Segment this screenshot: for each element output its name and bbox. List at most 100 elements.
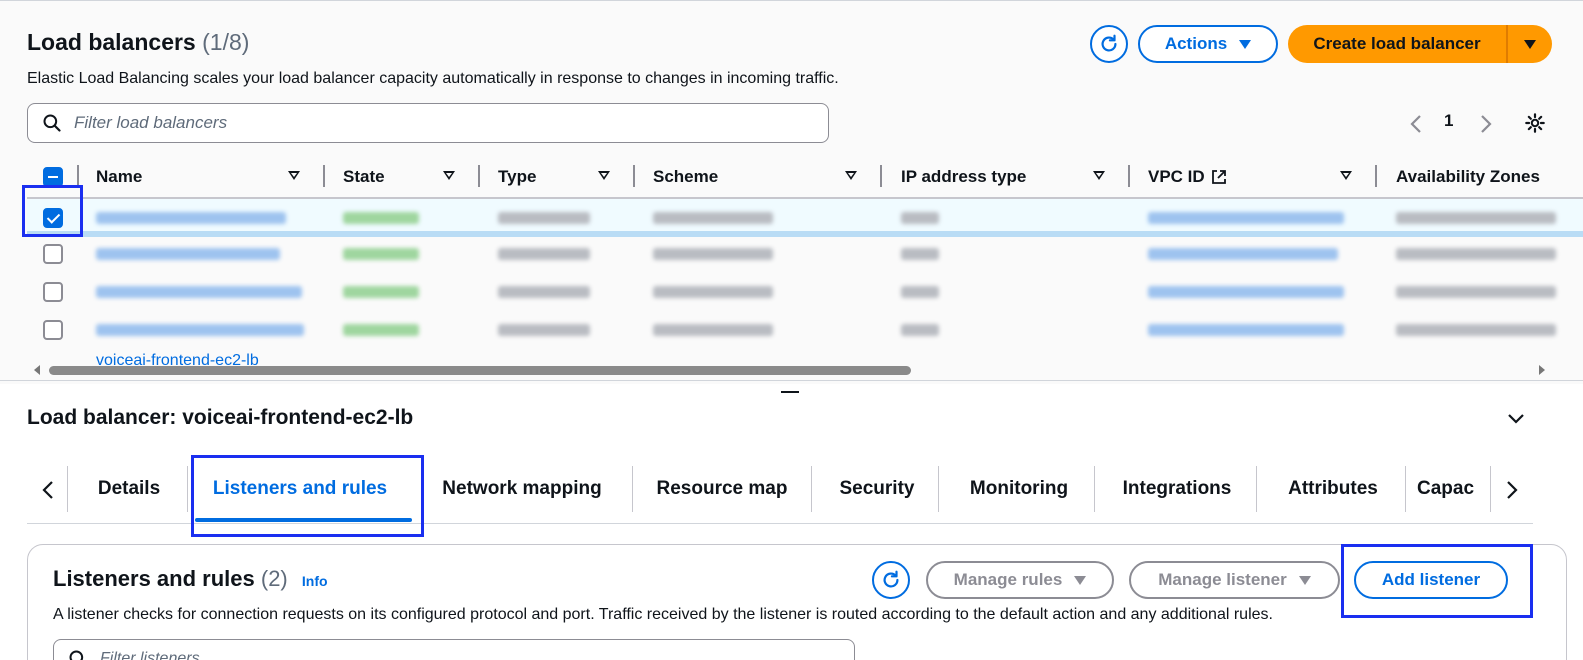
row-az-blurred xyxy=(1396,212,1556,224)
column-label: VPC ID xyxy=(1148,167,1205,186)
info-link[interactable]: Info xyxy=(302,573,328,589)
row-name-blurred[interactable] xyxy=(96,286,302,298)
column-label: Scheme xyxy=(653,167,719,186)
scroll-left-arrow-icon[interactable] xyxy=(34,365,40,375)
column-header-state[interactable]: State xyxy=(343,159,471,195)
tab-attributes[interactable]: Attributes xyxy=(1272,462,1394,516)
annotation-box-tab xyxy=(191,455,424,537)
create-load-balancer-main[interactable]: Create load balancer xyxy=(1288,25,1508,63)
column-divider[interactable] xyxy=(478,165,480,187)
sort-icon[interactable] xyxy=(1340,171,1352,180)
row-scheme-blurred xyxy=(653,324,773,336)
sort-icon[interactable] xyxy=(845,171,857,180)
row-name-blurred[interactable] xyxy=(96,248,280,260)
row-name-blurred[interactable] xyxy=(96,212,286,224)
row-name-blurred[interactable] xyxy=(96,324,304,336)
annotation-box-checkbox xyxy=(22,185,83,237)
row-checkbox[interactable] xyxy=(43,244,63,264)
tab-divider xyxy=(1256,466,1257,512)
column-divider[interactable] xyxy=(323,165,325,187)
listeners-refresh-button[interactable] xyxy=(872,561,910,599)
scroll-right-arrow-icon[interactable] xyxy=(1539,365,1545,375)
resize-handle[interactable] xyxy=(781,391,799,393)
page-number[interactable]: 1 xyxy=(1444,111,1453,131)
chevron-right-icon[interactable] xyxy=(1505,480,1519,500)
row-vpc-blurred[interactable] xyxy=(1148,324,1344,336)
scrollbar-thumb[interactable] xyxy=(49,366,911,375)
row-vpc-blurred[interactable] xyxy=(1148,286,1344,298)
load-balancer-detail-title: Load balancer: voiceai-frontend-ec2-lb xyxy=(27,406,414,429)
chevron-right-icon[interactable] xyxy=(1479,114,1493,134)
row-az-blurred xyxy=(1396,248,1556,260)
page-title: Load balancers (1/8) xyxy=(27,29,249,56)
table-row[interactable] xyxy=(27,273,1583,311)
chevron-down-icon[interactable] xyxy=(1507,409,1525,427)
column-label: State xyxy=(343,167,385,186)
create-load-balancer-label: Create load balancer xyxy=(1313,34,1481,53)
column-divider[interactable] xyxy=(1375,165,1377,187)
row-type-blurred xyxy=(498,324,590,336)
manage-listener-button[interactable]: Manage listener xyxy=(1129,561,1340,599)
row-scheme-blurred xyxy=(653,286,773,298)
filter-load-balancers-input[interactable] xyxy=(74,113,774,133)
tab-network-mapping[interactable]: Network mapping xyxy=(432,462,612,516)
table-row[interactable] xyxy=(27,199,1583,237)
column-divider[interactable] xyxy=(633,165,635,187)
sort-icon[interactable] xyxy=(443,171,455,180)
row-type-blurred xyxy=(498,248,590,260)
listeners-count: (2) xyxy=(260,566,288,591)
gear-icon[interactable] xyxy=(1524,112,1546,134)
manage-rules-button[interactable]: Manage rules xyxy=(926,561,1114,599)
caret-down-icon xyxy=(1074,575,1087,585)
row-state-blurred xyxy=(343,286,419,298)
external-link-icon xyxy=(1211,170,1226,184)
sort-icon[interactable] xyxy=(598,171,610,180)
column-header-ip-address-type[interactable]: IP address type xyxy=(901,159,1121,195)
row-state-blurred xyxy=(343,324,419,336)
tab-details[interactable]: Details xyxy=(83,462,175,516)
table-row[interactable] xyxy=(27,235,1583,273)
column-header-vpc-id[interactable]: VPC ID xyxy=(1148,159,1368,195)
row-vpc-blurred[interactable] xyxy=(1148,212,1344,224)
chevron-left-icon[interactable] xyxy=(41,480,55,500)
row-checkbox[interactable] xyxy=(43,282,63,302)
horizontal-scrollbar[interactable] xyxy=(0,363,1583,377)
select-all-checkbox[interactable] xyxy=(43,167,63,187)
column-divider[interactable] xyxy=(1128,165,1130,187)
column-header-type[interactable]: Type xyxy=(498,159,626,195)
create-load-balancer-dropdown[interactable] xyxy=(1508,25,1552,63)
column-divider[interactable] xyxy=(880,165,882,187)
table-row[interactable] xyxy=(27,311,1583,349)
tab-resource-map[interactable]: Resource map xyxy=(649,462,795,516)
manage-listener-label: Manage listener xyxy=(1158,570,1287,589)
tab-divider xyxy=(811,466,812,512)
refresh-icon xyxy=(1101,34,1117,52)
tab-capacity[interactable]: Capac xyxy=(1417,462,1489,516)
column-header-name[interactable]: Name xyxy=(96,159,316,195)
row-az-blurred xyxy=(1396,324,1556,336)
sort-icon[interactable] xyxy=(288,171,300,180)
filter-load-balancers-field[interactable] xyxy=(27,103,829,143)
chevron-left-icon[interactable] xyxy=(1409,114,1423,134)
tab-divider xyxy=(938,466,939,512)
search-icon xyxy=(69,650,84,660)
caret-down-icon xyxy=(1239,39,1252,49)
sort-icon[interactable] xyxy=(1093,171,1105,180)
filter-listeners-input[interactable] xyxy=(100,650,800,660)
refresh-button[interactable] xyxy=(1090,25,1128,63)
tab-divider xyxy=(1490,466,1491,512)
actions-button[interactable]: Actions xyxy=(1138,25,1278,63)
column-label: Availability Zones xyxy=(1396,167,1540,186)
listeners-description: A listener checks for connection request… xyxy=(53,606,1273,623)
create-load-balancer-button[interactable]: Create load balancer xyxy=(1288,25,1552,63)
tab-monitoring[interactable]: Monitoring xyxy=(957,462,1081,516)
tab-security[interactable]: Security xyxy=(827,462,927,516)
row-checkbox[interactable] xyxy=(43,320,63,340)
column-header-availability-zones[interactable]: Availability Zones xyxy=(1396,159,1583,195)
row-ip-type-blurred xyxy=(901,286,939,298)
tab-integrations[interactable]: Integrations xyxy=(1112,462,1242,516)
filter-listeners-field[interactable] xyxy=(53,639,855,660)
row-vpc-blurred[interactable] xyxy=(1148,248,1338,260)
column-header-scheme[interactable]: Scheme xyxy=(653,159,873,195)
listeners-title: Listeners and rules (2) Info xyxy=(53,566,328,592)
